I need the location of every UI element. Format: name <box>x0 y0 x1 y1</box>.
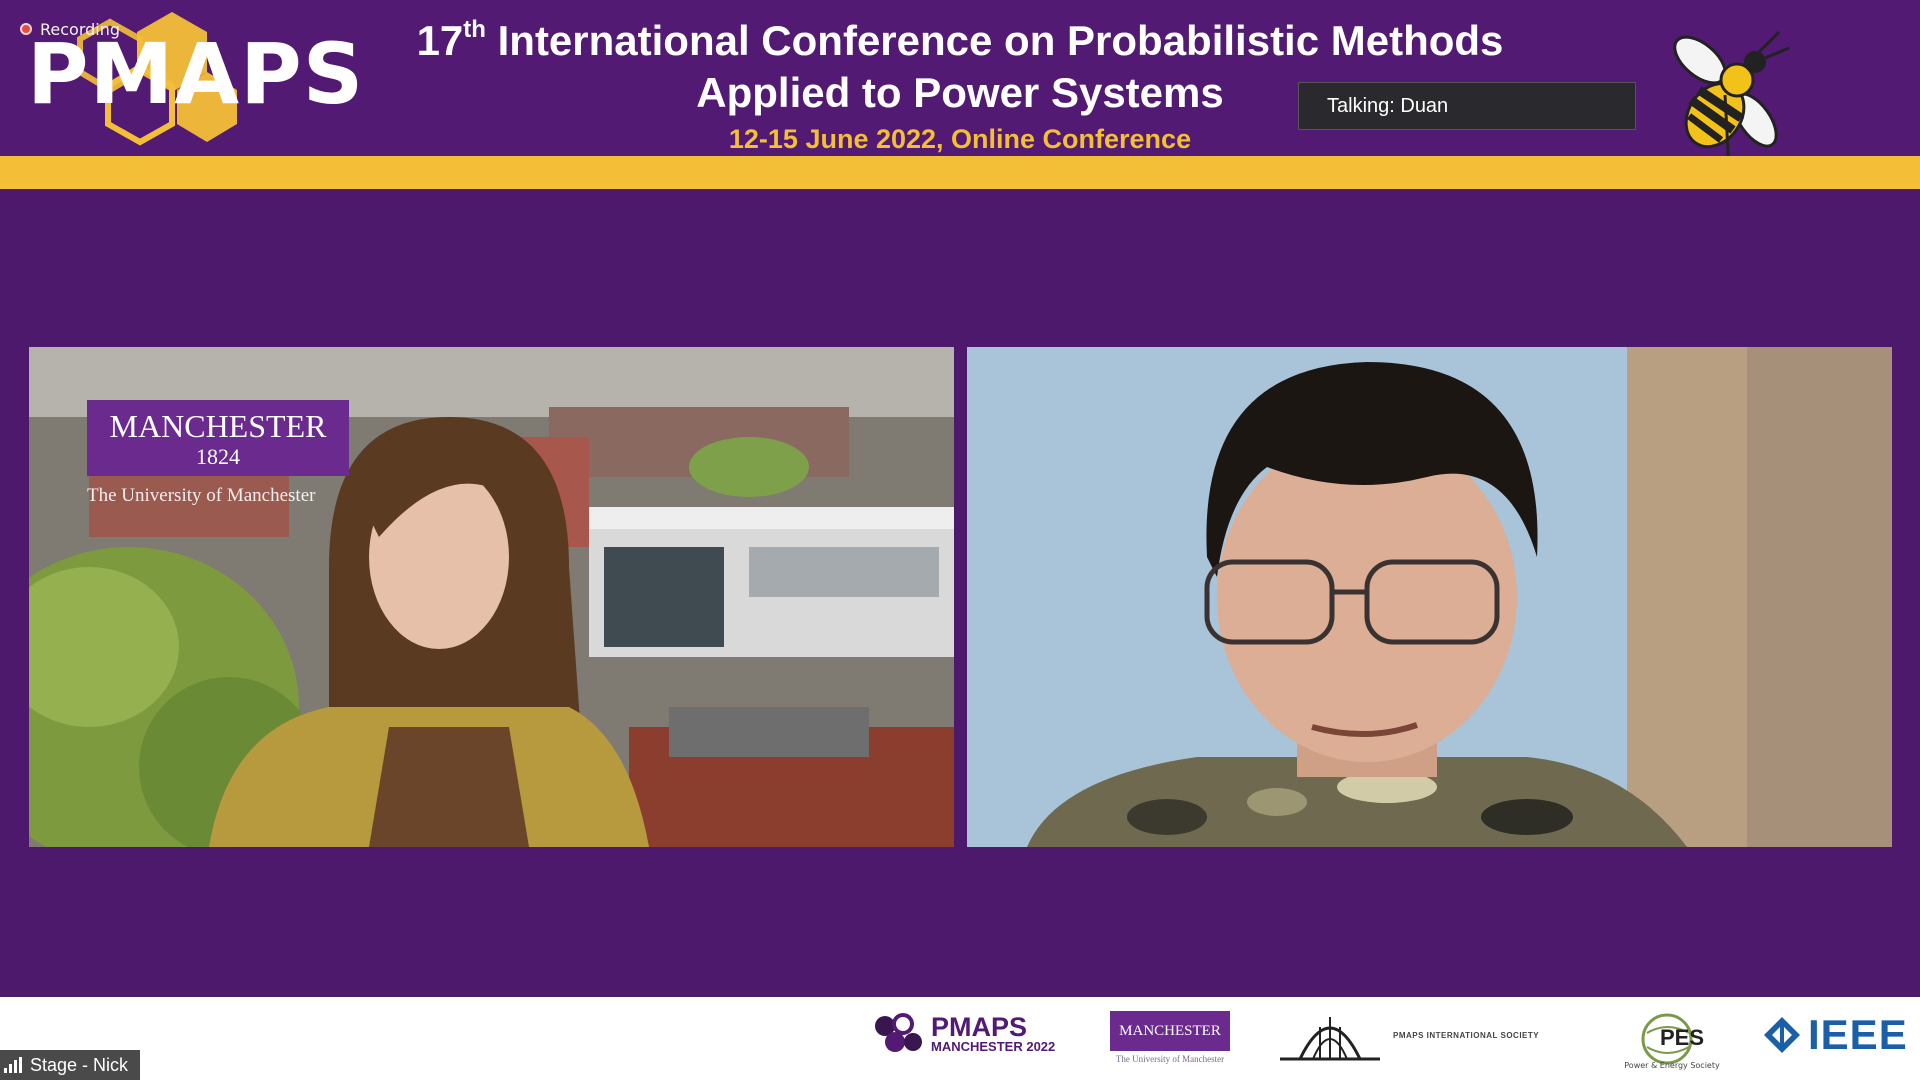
ieee-diamond-icon <box>1764 1017 1800 1053</box>
speaker-video-image <box>967 347 1892 847</box>
conference-header: PMAPS Recording 17th International Confe… <box>0 0 1920 171</box>
title-edition: 17 <box>416 17 464 64</box>
sponsor-pmaps-text: PMAPS MANCHESTER 2022 <box>931 1011 1056 1054</box>
sponsor-ieee-pes: PES Power & Energy Society <box>1622 1001 1722 1073</box>
pmaps-logo-text: PMAPS <box>27 25 365 123</box>
title-line-1: 17th International Conference on Probabi… <box>380 4 1540 67</box>
signal-strength-icon <box>4 1057 22 1073</box>
sponsor-manchester-logo: MANCHESTER <box>1110 1011 1230 1051</box>
header-gold-bar <box>0 156 1920 189</box>
sponsor-pmaps-sub: MANCHESTER 2022 <box>931 1038 1056 1054</box>
sponsor-pes-text: PES <box>1660 1025 1705 1050</box>
hexagon-cluster-icon <box>875 1013 922 1052</box>
sponsor-ieee: IEEE <box>1762 1011 1908 1058</box>
arch-logo-icon <box>1280 1017 1380 1061</box>
sponsor-ieee-text: IEEE <box>1808 1011 1908 1058</box>
sponsor-pmaps-international: PMAPS INTERNATIONAL SOCIETY <box>1275 1007 1539 1063</box>
recording-indicator[interactable]: Recording <box>20 19 120 39</box>
title-main: International Conference on Probabilisti… <box>485 17 1504 64</box>
sponsor-pmaps-manchester: PMAPS MANCHESTER 2022 <box>873 1012 1055 1056</box>
sponsor-pmaps-name: PMAPS <box>931 1011 1028 1042</box>
university-logo-badge: MANCHESTER 1824 <box>87 400 349 476</box>
talking-indicator: Talking: Duan <box>1298 82 1636 130</box>
recording-label: Recording <box>40 19 121 39</box>
sponsor-manchester-sub: The University of Manchester <box>1115 1054 1225 1064</box>
sponsor-intl-text: PMAPS INTERNATIONAL SOCIETY <box>1393 1030 1540 1040</box>
sponsor-pes-sub: Power & Energy Society <box>1624 1061 1720 1070</box>
video-tile-host[interactable]: MANCHESTER 1824 The University of Manche… <box>29 347 954 847</box>
title-edition-suffix: th <box>463 16 486 43</box>
video-tile-speaker[interactable] <box>967 347 1892 847</box>
university-subtitle: The University of Manchester <box>87 485 316 506</box>
recording-dot-icon <box>20 23 32 35</box>
university-logo-year: 1824 <box>196 444 240 469</box>
university-logo-name: MANCHESTER <box>109 408 327 444</box>
sponsor-footer: PMAPS MANCHESTER 2022 MANCHESTER The Uni… <box>0 997 1920 1080</box>
stage-label-text: Stage - Nick <box>30 1054 129 1075</box>
stage-view-label[interactable]: Stage - Nick <box>0 1050 140 1080</box>
